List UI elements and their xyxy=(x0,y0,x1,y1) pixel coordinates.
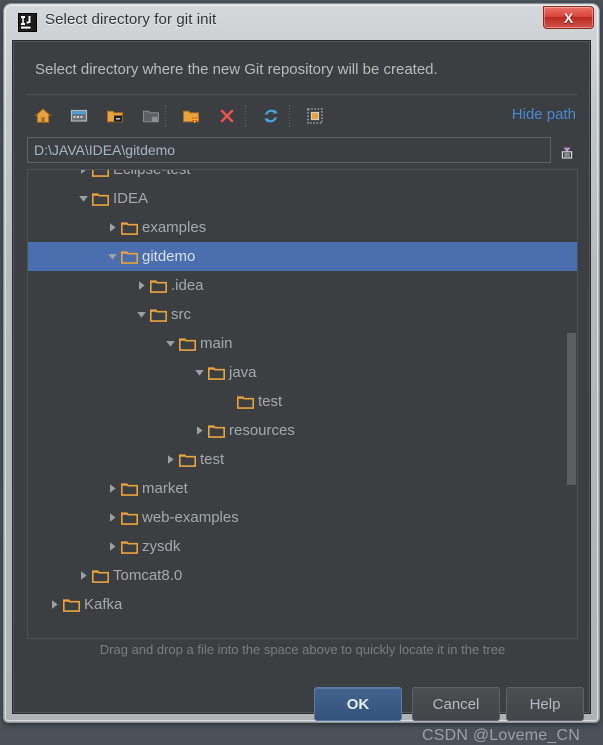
refresh-icon[interactable] xyxy=(257,102,285,130)
folder-icon xyxy=(178,452,196,468)
tree-item-label: Eclipse-test xyxy=(113,169,191,178)
divider xyxy=(27,94,577,95)
tree-item-label: gitdemo xyxy=(142,248,196,265)
ok-button[interactable]: OK xyxy=(314,687,402,721)
paste-path-icon[interactable] xyxy=(556,137,578,163)
tree-item-label: resources xyxy=(229,422,295,439)
folder-icon xyxy=(120,220,138,236)
help-button[interactable]: Help xyxy=(506,687,584,721)
folder-icon xyxy=(149,307,167,323)
dialog-button-bar: OK Cancel Help xyxy=(13,687,592,731)
chevron-down-icon[interactable] xyxy=(75,191,91,207)
title-bar: Select directory for git init X xyxy=(4,4,599,40)
tree-scrollbar[interactable] xyxy=(566,170,577,638)
chevron-down-icon[interactable] xyxy=(162,336,178,352)
tree-item-java[interactable]: java xyxy=(28,358,577,387)
chevron-down-icon[interactable] xyxy=(104,249,120,265)
folder-icon xyxy=(149,278,167,294)
tree-item-label: zysdk xyxy=(142,538,181,555)
drag-drop-hint: Drag and drop a file into the space abov… xyxy=(99,642,506,657)
new-folder-icon[interactable] xyxy=(177,102,205,130)
chevron-right-icon[interactable] xyxy=(104,510,120,526)
tree-item-label: Tomcat8.0 xyxy=(113,567,183,584)
prompt-label: Select directory where the new Git repos… xyxy=(35,61,438,78)
tree-item-label: src xyxy=(171,306,191,323)
desktop-icon[interactable] xyxy=(65,102,93,130)
chevron-right-icon[interactable] xyxy=(75,170,91,178)
toolbar-separator xyxy=(165,105,166,127)
tree-item-zysdk[interactable]: zysdk xyxy=(28,532,577,561)
toolbar-separator xyxy=(245,105,246,127)
chevron-right-icon[interactable] xyxy=(104,220,120,236)
chevron-right-icon[interactable] xyxy=(46,597,62,613)
path-row xyxy=(27,137,578,163)
folder-icon xyxy=(178,336,196,352)
tree-item-label: test xyxy=(200,451,225,468)
tree-item-label: examples xyxy=(142,219,207,236)
show-hidden-icon[interactable] xyxy=(301,102,329,130)
project-folder-icon[interactable] xyxy=(101,102,129,130)
tree-item-label: .idea xyxy=(171,277,204,294)
folder-icon xyxy=(91,191,109,207)
tree-item-examples[interactable]: examples xyxy=(28,213,577,242)
folder-icon xyxy=(207,365,225,381)
chevron-right-icon[interactable] xyxy=(133,278,149,294)
tree-item-resources[interactable]: resources xyxy=(28,416,577,445)
folder-icon xyxy=(236,394,254,410)
directory-tree[interactable]: Eclipse-test IDEA examples gitdemo .idea src m… xyxy=(27,169,578,639)
folder-icon xyxy=(91,170,109,178)
tree-item-idea[interactable]: .idea xyxy=(28,271,577,300)
folder-icon xyxy=(91,568,109,584)
folder-icon xyxy=(207,423,225,439)
tree-item-label: main xyxy=(200,335,233,352)
tree-item-idea[interactable]: IDEA xyxy=(28,184,577,213)
delete-icon[interactable] xyxy=(213,102,241,130)
tree-item-label: Kafka xyxy=(84,596,123,613)
tree-item-market[interactable]: market xyxy=(28,474,577,503)
cancel-button[interactable]: Cancel xyxy=(412,687,500,721)
tree-item-web-examples[interactable]: web-examples xyxy=(28,503,577,532)
tree-item-src[interactable]: src xyxy=(28,300,577,329)
tree-item-eclipse-test[interactable]: Eclipse-test xyxy=(28,169,577,184)
module-folder-icon[interactable] xyxy=(137,102,165,130)
folder-icon xyxy=(120,481,138,497)
tree-item-label: test xyxy=(258,393,283,410)
tree-item-label: IDEA xyxy=(113,190,149,207)
close-button[interactable]: X xyxy=(543,6,594,29)
tree-item-test[interactable]: test xyxy=(28,387,577,416)
chevron-right-icon[interactable] xyxy=(75,568,91,584)
tree-rows-container: Eclipse-test IDEA examples gitdemo .idea src m… xyxy=(28,169,577,619)
tree-item-label: market xyxy=(142,480,188,497)
tree-item-gitdemo[interactable]: gitdemo xyxy=(28,242,577,271)
dialog-window: Select directory for git init X Select d… xyxy=(4,4,599,744)
hide-path-link[interactable]: Hide path xyxy=(512,106,576,123)
tree-item-label: java xyxy=(229,364,257,381)
chevron-down-icon[interactable] xyxy=(191,365,207,381)
folder-icon xyxy=(120,249,138,265)
tree-item-kafka[interactable]: Kafka xyxy=(28,590,577,619)
window-title: Select directory for git init xyxy=(45,11,217,28)
tree-scrollbar-thumb[interactable] xyxy=(567,333,576,485)
home-icon[interactable] xyxy=(29,102,57,130)
folder-icon xyxy=(120,510,138,526)
tree-item-main[interactable]: main xyxy=(28,329,577,358)
tree-item-label: web-examples xyxy=(142,509,239,526)
toolbar-separator xyxy=(289,105,290,127)
intellij-idea-icon xyxy=(18,13,37,32)
file-chooser-toolbar: Hide path xyxy=(27,99,578,135)
chevron-right-icon[interactable] xyxy=(104,481,120,497)
folder-icon xyxy=(120,539,138,555)
dialog-content: Select directory where the new Git repos… xyxy=(12,40,591,744)
chevron-right-icon[interactable] xyxy=(191,423,207,439)
path-input[interactable] xyxy=(27,137,551,163)
chevron-right-icon[interactable] xyxy=(104,539,120,555)
folder-icon xyxy=(62,597,80,613)
watermark: CSDN @Loveme_CN xyxy=(422,727,580,744)
close-icon: X xyxy=(563,9,574,26)
tree-item-test[interactable]: test xyxy=(28,445,577,474)
chevron-right-icon[interactable] xyxy=(162,452,178,468)
chevron-down-icon[interactable] xyxy=(133,307,149,323)
tree-item-tomcat8-0[interactable]: Tomcat8.0 xyxy=(28,561,577,590)
